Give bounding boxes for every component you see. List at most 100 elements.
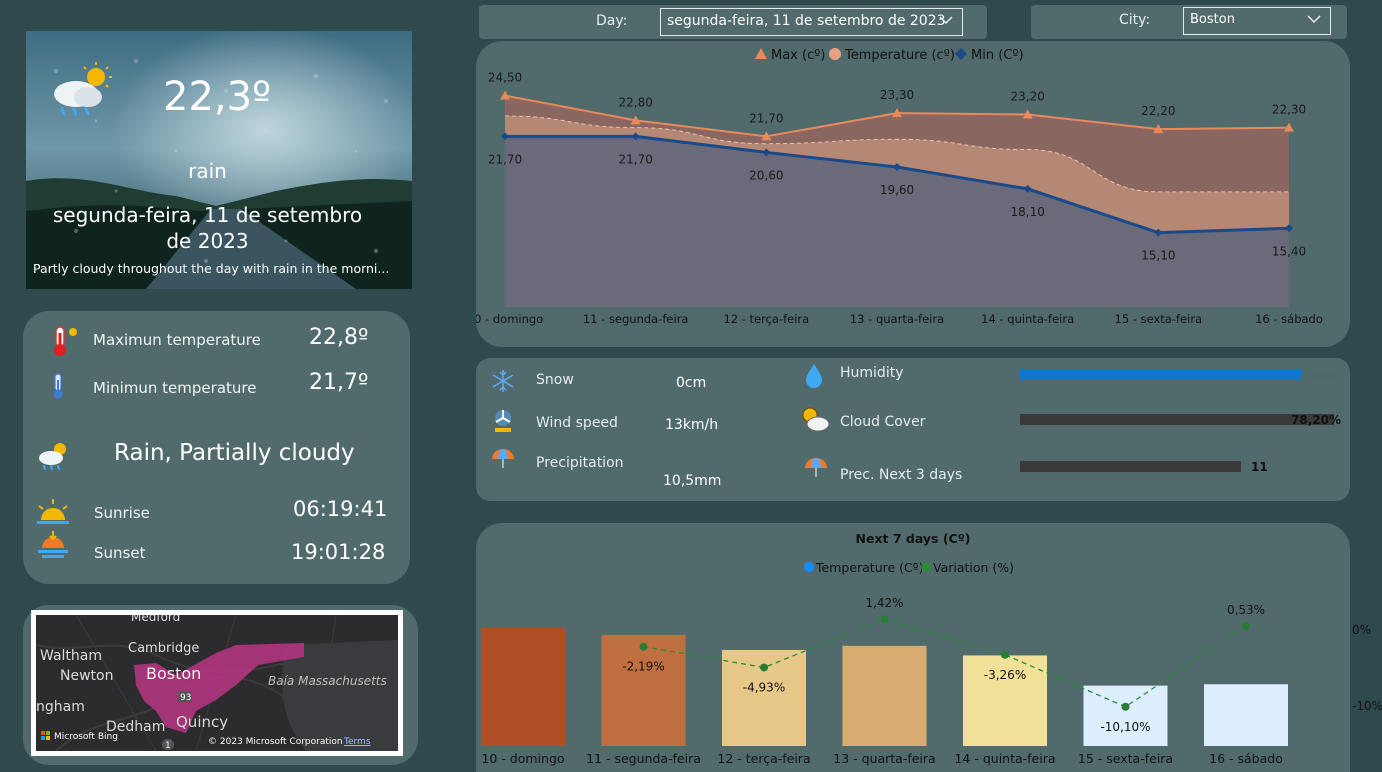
variation-point <box>760 663 768 672</box>
x-tick-label: 13 - quarta-feira <box>833 751 935 766</box>
x-tick-label: 14 - quinta-feira <box>954 751 1055 766</box>
map-label-boston: Boston <box>146 664 201 683</box>
x-tick-label: 12 - terça-feira <box>723 312 809 326</box>
legend-marker <box>829 48 841 60</box>
variation-point <box>639 642 648 651</box>
variation-point <box>1242 621 1250 630</box>
x-tick-label: 16 - sábado <box>1209 751 1283 766</box>
next-7-days-chart: Next 7 days (Cº) Temperature (Cº) Variatio… <box>481 531 1288 766</box>
humidity-bar-fill <box>1020 369 1302 380</box>
variation-data-label: -4,93% <box>743 680 785 694</box>
legend-marker <box>804 562 814 572</box>
partly-cloudy-rain-icon <box>39 443 66 470</box>
legend-label: Variation (%) <box>933 560 1014 575</box>
x-tick-label: 12 - terça-feira <box>717 751 810 766</box>
max-temp-value: 22,8º <box>309 325 369 350</box>
map-copyright: © 2023 Microsoft Corporation <box>208 737 343 747</box>
min-data-label: 20,60 <box>749 168 783 182</box>
legend-label: Max (cº) <box>771 48 825 63</box>
map-label-newton: Newton <box>60 668 113 684</box>
x-tick-label: 15 - sexta-feira <box>1078 751 1173 766</box>
legend-label: Temperature (Cº) <box>815 560 924 575</box>
hero-date: segunda-feira, 11 de setembro de 2023 <box>52 203 363 253</box>
stats-card: Snow 0cm Wind speed 13km/h Precipitation… <box>476 358 1350 501</box>
snowflake-icon <box>492 370 514 392</box>
city-map[interactable]: Medford Cambridge Waltham Newton Boston … <box>36 615 398 751</box>
sun-cloud-icon <box>802 407 830 432</box>
sunset-icon <box>38 531 68 558</box>
city-dropdown-value: Boston <box>1190 12 1235 27</box>
city-slicer: City: Boston <box>1031 5 1347 39</box>
temperature-bar[interactable] <box>481 628 565 746</box>
y2-tick-label: -10% <box>1352 699 1382 713</box>
route-93-label: 93 <box>180 693 191 703</box>
sunrise-icon <box>37 499 69 524</box>
humidity-value: 98% <box>1310 369 1335 382</box>
max-temp-label: Maximun temperature <box>93 331 261 349</box>
chevron-down-icon <box>1307 15 1321 24</box>
x-tick-label: 16 - sábado <box>1255 312 1323 326</box>
map-brand: Microsoft Bing <box>54 732 118 742</box>
map-frame[interactable]: Medford Cambridge Waltham Newton Boston … <box>31 610 403 756</box>
min-data-label: 15,40 <box>1272 244 1306 258</box>
temperature-bar[interactable] <box>842 645 927 746</box>
max-data-label: 23,20 <box>1010 90 1044 104</box>
sunrise-label: Sunrise <box>94 504 150 522</box>
chart-title: Next 7 days (Cº) <box>856 531 971 546</box>
humidity-label: Humidity <box>840 365 904 381</box>
legend-label: Min (Cº) <box>971 48 1024 63</box>
snow-value: 0cm <box>676 375 707 391</box>
day-slicer: Day: segunda-feira, 11 de setembro de 20… <box>479 5 987 39</box>
map-terms-link[interactable]: Terms <box>343 737 371 747</box>
precipitation-label: Precipitation <box>536 455 624 471</box>
variation-point <box>1121 702 1130 711</box>
conditions-text: Rain, Partially cloudy <box>114 440 355 466</box>
umbrella-icon <box>805 458 827 477</box>
variation-point <box>1001 650 1009 659</box>
map-label-bay: Baía Massachusetts <box>268 674 387 688</box>
variation-data-label: -10,10% <box>1100 720 1150 734</box>
min-temp-value: 21,7º <box>309 370 369 395</box>
cloud-cover-value: 78,20% <box>1291 413 1341 427</box>
min-temp-label: Minimun temperature <box>93 379 257 397</box>
x-tick-label: 10 - domingo <box>481 751 564 766</box>
min-data-label: 19,60 <box>880 183 914 197</box>
legend-marker <box>921 562 931 572</box>
prec-next-bar <box>1020 461 1241 472</box>
max-point <box>500 90 510 100</box>
wind-speed-value: 13km/h <box>665 417 719 433</box>
thermometer-hot-icon <box>54 326 77 356</box>
min-data-label: 21,70 <box>618 152 652 166</box>
temperature-range-chart-card: 24,50 22,80 21,70 23,30 23,20 22,20 22,30 21,70… <box>476 41 1350 347</box>
map-label-quincy: Quincy <box>176 713 228 731</box>
city-label: City: <box>1119 12 1151 28</box>
max-data-label: 24,50 <box>488 71 522 85</box>
max-data-label: 23,30 <box>880 88 914 102</box>
temperature-bar[interactable] <box>1204 684 1288 746</box>
map-label-waltham: Waltham <box>40 648 102 664</box>
wind-turbine-icon <box>495 410 511 432</box>
cloud-cover-label: Cloud Cover <box>840 414 926 430</box>
legend-marker <box>755 48 767 59</box>
route-1-label: 1 <box>165 741 171 751</box>
x-tick-label: 11 - segunda-feira <box>586 751 701 766</box>
snow-label: Snow <box>536 372 574 388</box>
city-dropdown[interactable]: Boston <box>1183 7 1331 35</box>
map-label-cambridge: Cambridge <box>128 641 199 656</box>
map-label-framingham: ngham <box>36 699 85 715</box>
day-dropdown[interactable]: segunda-feira, 11 de setembro de 2023 <box>660 8 963 36</box>
precipitation-value: 10,5mm <box>663 473 722 489</box>
chevron-down-icon <box>939 16 953 25</box>
x-tick-label: 15 - sexta-feira <box>1115 312 1203 326</box>
variation-data-label: 0,53% <box>1227 603 1265 617</box>
temperature-range-chart: 24,50 22,80 21,70 23,30 23,20 22,20 22,30 21,70… <box>476 48 1323 326</box>
max-data-label: 22,20 <box>1141 104 1175 118</box>
hero-temperature: 22,3º <box>163 74 271 120</box>
min-data-label: 15,10 <box>1141 249 1175 263</box>
min-data-label: 18,10 <box>1010 205 1044 219</box>
variation-point <box>880 615 889 624</box>
sunset-label: Sunset <box>94 544 146 562</box>
hero-description: Partly cloudy throughout the day with ra… <box>33 261 390 276</box>
day-label: Day: <box>596 13 628 29</box>
day-dropdown-value: segunda-feira, 11 de setembro de 2023 <box>667 13 946 29</box>
